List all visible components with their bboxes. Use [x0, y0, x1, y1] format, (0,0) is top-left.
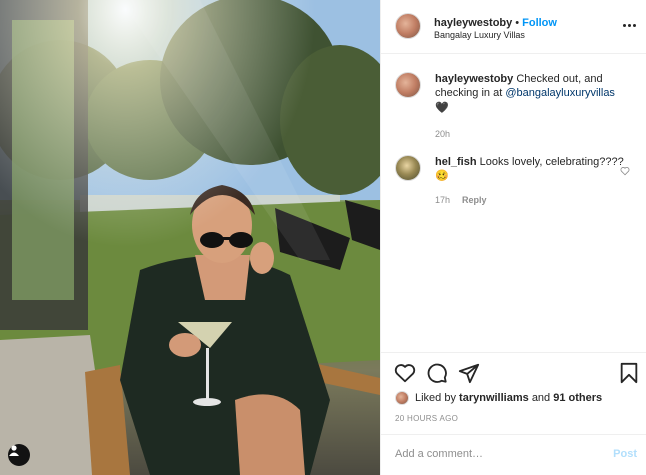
post-comment-button[interactable]: Post [613, 448, 637, 460]
author-line: hayleywestoby • Follow [434, 13, 557, 29]
more-icon [627, 23, 631, 27]
post-photo[interactable] [0, 0, 380, 475]
caption-mention[interactable]: @bangalayluxuryvillas [505, 87, 615, 99]
caption-avatar[interactable] [395, 72, 421, 98]
liker-avatar[interactable] [395, 391, 409, 405]
follow-button[interactable]: Follow [522, 17, 557, 29]
bookmark-icon [620, 362, 638, 384]
comment-input[interactable]: Add a comment… [395, 448, 585, 460]
likes-summary: Liked by tarynwilliams and 91 others [395, 391, 602, 405]
heart-icon [620, 167, 630, 176]
caption-age[interactable]: 20h [435, 127, 630, 141]
comment-meta: 17h Reply [435, 193, 630, 207]
post-header: hayleywestoby • Follow Bangalay Luxury Vil… [381, 0, 646, 54]
comment-button[interactable] [426, 362, 450, 386]
like-button[interactable] [394, 362, 418, 386]
more-options-button[interactable] [621, 18, 637, 32]
likes-joiner: and [531, 392, 551, 404]
heart-icon [394, 364, 416, 383]
post-actions: Liked by tarynwilliams and 91 others 20 … [381, 352, 646, 434]
liked-by-label: Liked by [415, 392, 456, 404]
comment-item: hel_fish Looks lovely, celebrating???? 🥴… [395, 155, 635, 215]
more-icon [632, 23, 636, 27]
user-icon [9, 445, 19, 456]
caption-username[interactable]: hayleywestoby [435, 73, 513, 85]
user-tags-button[interactable] [8, 444, 30, 466]
comment-username[interactable]: hel_fish [435, 156, 477, 168]
comment-age[interactable]: 17h [435, 195, 450, 205]
post-photo-image [0, 0, 380, 475]
post-side-panel: hayleywestoby • Follow Bangalay Luxury Vil… [380, 0, 646, 475]
reply-button[interactable]: Reply [462, 195, 487, 205]
comment-text: hel_fish Looks lovely, celebrating???? 🥴… [435, 155, 630, 207]
comment-avatar[interactable] [395, 155, 421, 181]
likes-others[interactable]: 91 others [553, 392, 602, 404]
caption-text: hayleywestoby Checked out, and checking … [435, 72, 630, 141]
author-username[interactable]: hayleywestoby [434, 17, 512, 29]
send-icon [458, 363, 480, 384]
more-icon [622, 23, 626, 27]
post-timestamp[interactable]: 20 HOURS AGO [395, 414, 458, 423]
caption: hayleywestoby Checked out, and checking … [395, 72, 635, 142]
caption-emoji: 🖤 [435, 102, 449, 114]
author-avatar[interactable] [395, 13, 421, 39]
share-button[interactable] [458, 362, 482, 386]
save-button[interactable] [618, 362, 642, 386]
add-comment-bar: Add a comment… Post [381, 434, 646, 475]
separator-dot: • [515, 17, 520, 29]
location-link[interactable]: Bangalay Luxury Villas [434, 30, 525, 40]
comment-icon [427, 363, 447, 383]
comment-like-button[interactable] [620, 163, 630, 179]
liker-username[interactable]: tarynwilliams [459, 392, 529, 404]
